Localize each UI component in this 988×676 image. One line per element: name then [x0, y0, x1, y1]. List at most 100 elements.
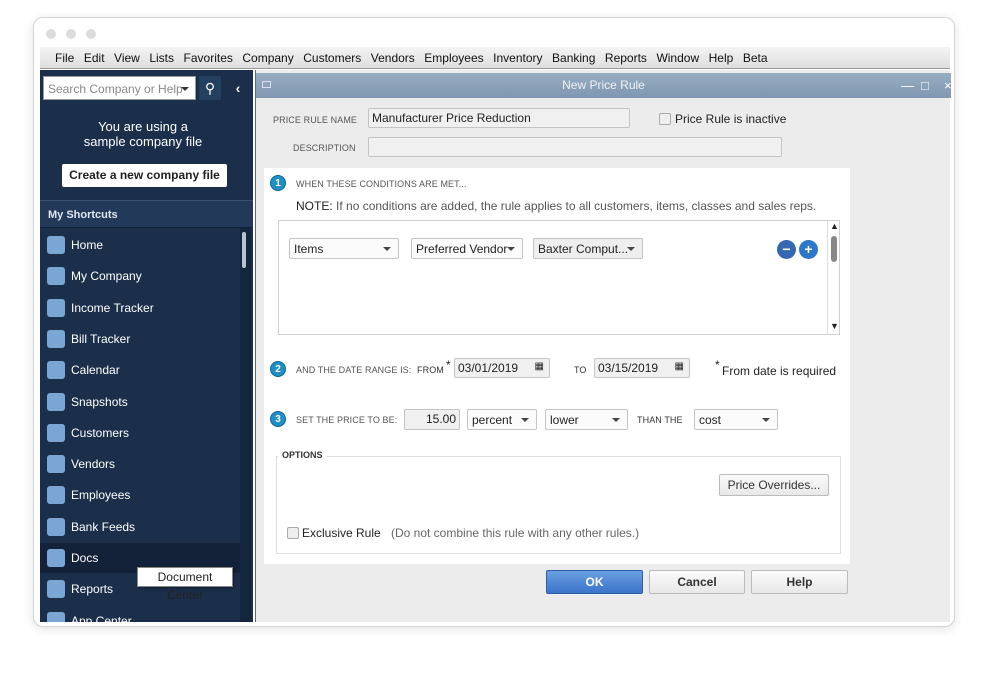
- condition-type-select[interactable]: Items: [289, 238, 399, 259]
- search-icon[interactable]: ⚲: [199, 76, 221, 100]
- to-label: TO: [574, 365, 587, 375]
- menu-banking[interactable]: Banking: [552, 51, 595, 65]
- exclusive-rule-note: (Do not combine this rule with any other…: [391, 526, 640, 540]
- app-center-icon: [47, 611, 65, 622]
- remove-condition-icon[interactable]: −: [777, 240, 796, 259]
- income-tracker-icon: [47, 298, 65, 317]
- calendar-icon[interactable]: ▦: [675, 361, 684, 372]
- sidebar-item-my-company[interactable]: My Company: [40, 261, 240, 291]
- menu-file[interactable]: File: [55, 51, 74, 65]
- step-2-badge: 2: [270, 361, 286, 377]
- from-date-value: 03/01/2019: [458, 361, 519, 375]
- sidebar-item-label: Docs: [71, 551, 99, 565]
- window-minimize-dot[interactable]: [66, 29, 76, 39]
- price-amount-input[interactable]: 15.00: [404, 409, 460, 430]
- sidebar-item-bank-feeds[interactable]: Bank Feeds: [40, 512, 240, 542]
- step-1-label: WHEN THESE CONDITIONS ARE MET...: [296, 179, 467, 189]
- note-bold: NOTE:: [296, 199, 333, 213]
- minimize-icon[interactable]: —: [901, 73, 914, 98]
- menu-window[interactable]: Window: [656, 51, 699, 65]
- menu-customers[interactable]: Customers: [303, 51, 361, 65]
- sidebar-item-label: App Center: [71, 613, 132, 622]
- step-1-badge: 1: [270, 175, 286, 191]
- menu-vendors[interactable]: Vendors: [371, 51, 415, 65]
- system-menu-icon[interactable]: [262, 81, 271, 88]
- create-company-button[interactable]: Create a new company file: [62, 164, 227, 187]
- bank-icon: [47, 517, 65, 536]
- sidebar-item-calendar[interactable]: Calendar: [40, 355, 240, 385]
- to-date-value: 03/15/2019: [598, 361, 659, 375]
- close-icon[interactable]: ×: [944, 73, 952, 98]
- help-button[interactable]: Help: [751, 570, 848, 594]
- menu-view[interactable]: View: [114, 51, 140, 65]
- conditions-scrollbar[interactable]: ▲ ▼: [827, 221, 840, 334]
- inactive-label: Price Rule is inactive: [675, 112, 787, 126]
- menu-beta[interactable]: Beta: [743, 51, 768, 65]
- description-input[interactable]: [368, 137, 782, 157]
- sample-company-notice: You are using a sample company file: [83, 119, 203, 149]
- search-input[interactable]: Search Company or Help: [43, 76, 196, 100]
- menu-reports[interactable]: Reports: [605, 51, 647, 65]
- app-window: File Edit View Lists Favorites Company Custome…: [33, 17, 955, 627]
- scrollbar-thumb[interactable]: [242, 232, 246, 268]
- sidebar-item-label: Home: [71, 238, 104, 252]
- price-rule-name-input[interactable]: Manufacturer Price Reduction: [368, 108, 630, 128]
- sidebar-scrollbar[interactable]: [240, 228, 251, 622]
- options-group: OPTIONS Price Overrides... Exclusive Rul…: [276, 450, 841, 554]
- menu-inventory[interactable]: Inventory: [493, 51, 542, 65]
- window-zoom-dot[interactable]: [86, 29, 96, 39]
- to-date-input[interactable]: 03/15/2019 ▦: [594, 358, 690, 378]
- collapse-sidebar-icon[interactable]: ‹: [230, 76, 246, 100]
- calendar-icon: [47, 361, 65, 380]
- customers-icon: [47, 423, 65, 442]
- price-overrides-button[interactable]: Price Overrides...: [719, 474, 829, 496]
- scroll-down-icon[interactable]: ▼: [830, 321, 839, 331]
- price-direction-select[interactable]: lower: [545, 409, 628, 430]
- ok-button[interactable]: OK: [546, 570, 643, 594]
- scrollbar-thumb[interactable]: [831, 236, 837, 262]
- chevron-down-icon[interactable]: [181, 87, 189, 95]
- sidebar-item-employees[interactable]: Employees: [40, 480, 240, 510]
- sidebar-item-label: Bank Feeds: [71, 519, 136, 534]
- dialog-title-bar: New Price Rule — □ ×: [256, 73, 952, 98]
- window-close-dot[interactable]: [46, 29, 56, 39]
- exclusive-rule-checkbox[interactable]: [287, 527, 299, 539]
- description-label: DESCRIPTION: [293, 143, 356, 153]
- price-rule-dialog: New Price Rule — □ × PRICE RULE NAME Man…: [255, 70, 952, 622]
- note-text: If no conditions are added, the rule app…: [336, 199, 817, 213]
- add-condition-icon[interactable]: +: [799, 240, 818, 259]
- search-placeholder: Search Company or Help: [48, 82, 183, 96]
- from-date-input[interactable]: 03/01/2019 ▦: [454, 358, 550, 378]
- menu-company[interactable]: Company: [242, 51, 293, 65]
- sidebar-item-bill-tracker[interactable]: Bill Tracker: [40, 324, 240, 354]
- name-label: PRICE RULE NAME: [273, 115, 358, 125]
- dialog-title: New Price Rule: [562, 78, 645, 92]
- sidebar-item-app-center[interactable]: App Center: [40, 606, 240, 622]
- sidebar-item-customers[interactable]: Customers: [40, 418, 240, 448]
- maximize-icon[interactable]: □: [921, 73, 929, 98]
- price-basis-select[interactable]: cost: [694, 409, 778, 430]
- cancel-button[interactable]: Cancel: [649, 570, 745, 594]
- sidebar-item-snapshots[interactable]: Snapshots: [40, 387, 240, 417]
- sidebar-item-label: Vendors: [71, 457, 116, 472]
- price-unit-select[interactable]: percent: [467, 409, 537, 430]
- sidebar-item-home[interactable]: Home: [40, 230, 240, 260]
- snapshots-icon: [47, 392, 65, 411]
- sidebar-item-income-tracker[interactable]: Income Tracker: [40, 293, 240, 323]
- menu-lists[interactable]: Lists: [149, 51, 174, 65]
- sidebar-item-label: Income Tracker: [71, 300, 154, 315]
- menu-favorites[interactable]: Favorites: [184, 51, 233, 65]
- rule-panel: 1 WHEN THESE CONDITIONS ARE MET... NOTE:…: [264, 168, 850, 564]
- menu-bar: File Edit View Lists Favorites Company Custome…: [40, 47, 950, 69]
- scroll-up-icon[interactable]: ▲: [830, 221, 839, 231]
- inactive-checkbox[interactable]: [659, 113, 671, 125]
- menu-help[interactable]: Help: [709, 51, 734, 65]
- menu-edit[interactable]: Edit: [84, 51, 105, 65]
- calendar-icon[interactable]: ▦: [535, 361, 544, 372]
- sidebar-item-vendors[interactable]: Vendors: [40, 449, 240, 479]
- condition-value-select[interactable]: Baxter Comput...: [533, 238, 643, 259]
- condition-field-select[interactable]: Preferred Vendor: [411, 238, 523, 259]
- home-icon: [47, 236, 65, 254]
- menu-employees[interactable]: Employees: [424, 51, 483, 65]
- sidebar-item-label: Customers: [71, 425, 130, 440]
